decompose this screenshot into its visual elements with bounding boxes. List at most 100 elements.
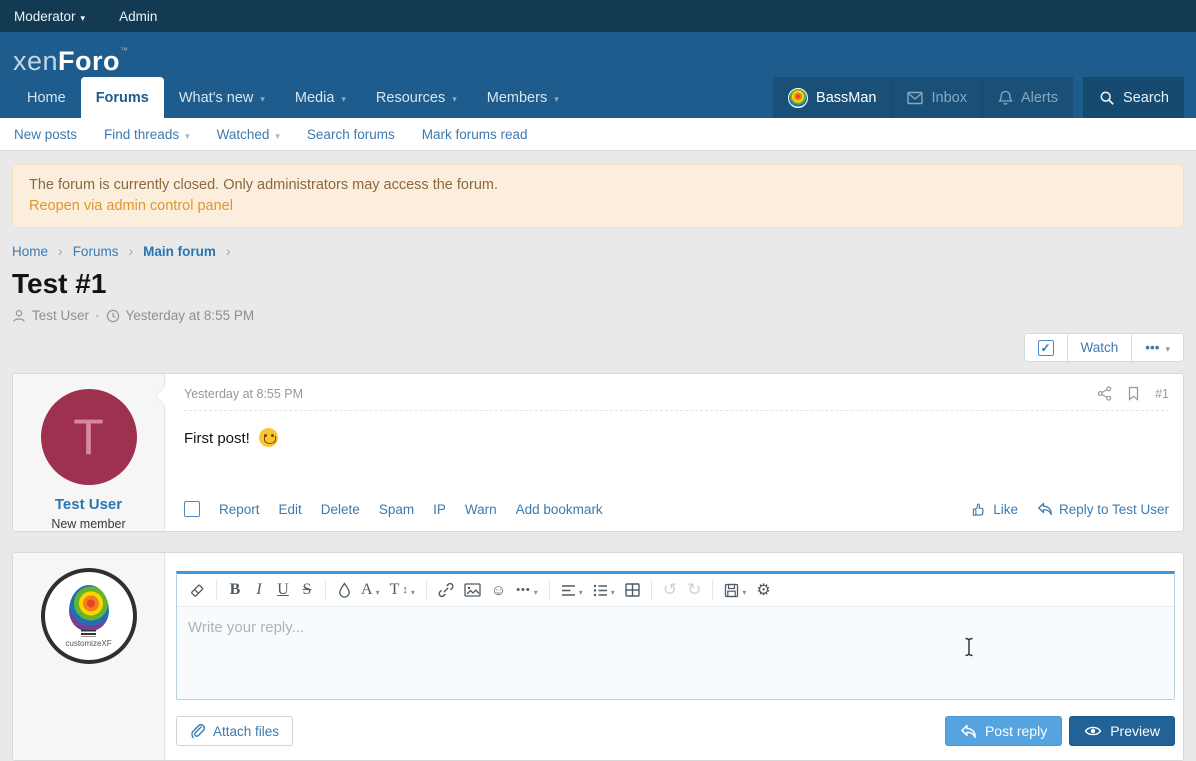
tab-resources[interactable]: Resources (361, 77, 472, 118)
inbox-button[interactable]: Inbox (891, 77, 981, 118)
reopen-admin-link[interactable]: Reopen via admin control panel (29, 196, 233, 217)
post-author-name[interactable]: Test User (55, 496, 122, 513)
like-label: Like (993, 502, 1018, 517)
list-icon (593, 584, 608, 597)
insert-emoji-button[interactable]: ☺ (486, 578, 511, 602)
italic-icon: I (256, 581, 261, 599)
alerts-button[interactable]: Alerts (982, 77, 1073, 118)
text-align-button[interactable] (556, 578, 588, 602)
site-header: xenForo (0, 32, 1196, 77)
text-color-button[interactable] (332, 578, 356, 602)
search-button[interactable]: Search (1083, 77, 1184, 118)
breadcrumb-home[interactable]: Home (12, 244, 48, 259)
moderator-menu[interactable]: Moderator (14, 9, 85, 24)
tab-members[interactable]: Members (472, 77, 574, 118)
warn-link[interactable]: Warn (465, 502, 497, 517)
remove-formatting-button[interactable] (184, 578, 210, 602)
checked-checkbox-icon (1038, 340, 1054, 356)
thumbs-up-icon (972, 502, 987, 517)
subnav-search-forums[interactable]: Search forums (307, 127, 395, 142)
font-size-button[interactable]: T ↕ (385, 578, 420, 602)
chevron-down-icon (81, 9, 86, 24)
report-link[interactable]: Report (219, 502, 260, 517)
like-button[interactable]: Like (972, 502, 1018, 517)
redo-button[interactable]: ↻ (682, 578, 706, 602)
admin-bar: Moderator Admin (0, 0, 1196, 32)
attach-files-button[interactable]: Attach files (176, 716, 293, 746)
more-options-button[interactable]: ••• (1132, 333, 1184, 362)
bookmark-icon[interactable] (1127, 386, 1140, 401)
forum-closed-notice: The forum is currently closed. Only admi… (12, 164, 1184, 228)
delete-link[interactable]: Delete (321, 502, 360, 517)
thread-meta: Test User Yesterday at 8:55 PM (12, 308, 1184, 323)
share-icon[interactable] (1097, 386, 1112, 401)
breadcrumb-separator-icon: › (128, 243, 133, 259)
toolbar-separator (426, 580, 427, 600)
tab-forums-label: Forums (96, 90, 149, 106)
reply-editor-area: B I U S A T ↕ (165, 553, 1183, 760)
thread-author-link[interactable]: Test User (32, 308, 89, 323)
more-formatting-button[interactable]: ••• (511, 578, 543, 602)
nav-user-area: BassMan Inbox Alerts Search (773, 77, 1184, 118)
subnav-find-threads[interactable]: Find threads (104, 127, 190, 142)
edit-link[interactable]: Edit (279, 502, 302, 517)
xenforo-logo[interactable]: xenForo (13, 47, 129, 77)
tab-forums[interactable]: Forums (81, 77, 164, 118)
main-navigation: Home Forums What's new Media Resources M… (0, 77, 1196, 118)
account-menu[interactable]: BassMan (773, 77, 891, 118)
tab-home-label: Home (27, 90, 66, 106)
reply-editor[interactable]: Write your reply... (177, 607, 1174, 699)
reply-author-column: customizeXF (13, 553, 165, 760)
insert-image-button[interactable] (459, 578, 486, 602)
person-icon (12, 309, 26, 323)
italic-button[interactable]: I (247, 578, 271, 602)
page-content: The forum is currently closed. Only admi… (0, 164, 1196, 761)
font-icon: A (361, 581, 373, 599)
chevron-down-icon (534, 582, 538, 599)
logo-xen: xen (13, 46, 58, 76)
post-number-link[interactable]: #1 (1155, 387, 1169, 401)
reply-link[interactable]: Reply to Test User (1037, 502, 1169, 517)
tab-whats-new[interactable]: What's new (164, 77, 280, 118)
font-family-button[interactable]: A (356, 578, 385, 602)
thread-date-link[interactable]: Yesterday at 8:55 PM (126, 308, 255, 323)
select-posts-button[interactable] (1024, 333, 1068, 362)
subnav-mark-forums-read[interactable]: Mark forums read (422, 127, 528, 142)
spam-link[interactable]: Spam (379, 502, 414, 517)
chevron-down-icon (611, 582, 615, 599)
post-reply-button[interactable]: Post reply (945, 716, 1062, 746)
bold-button[interactable]: B (223, 578, 247, 602)
post-date-link[interactable]: Yesterday at 8:55 PM (184, 387, 303, 401)
droplet-icon (338, 582, 351, 598)
avatar[interactable]: T (41, 389, 137, 485)
strikethrough-button[interactable]: S (295, 578, 319, 602)
ip-link[interactable]: IP (433, 502, 446, 517)
text-cursor (963, 637, 975, 657)
breadcrumb-main-forum[interactable]: Main forum (143, 244, 216, 259)
tab-home[interactable]: Home (12, 77, 81, 118)
preview-label: Preview (1110, 723, 1160, 739)
user-avatar (788, 88, 808, 108)
admin-link[interactable]: Admin (119, 9, 157, 24)
subnav-new-posts[interactable]: New posts (14, 127, 77, 142)
subnav-watched[interactable]: Watched (217, 127, 280, 142)
preview-button[interactable]: Preview (1069, 716, 1175, 746)
tab-media[interactable]: Media (280, 77, 361, 118)
add-bookmark-link[interactable]: Add bookmark (516, 502, 603, 517)
list-button[interactable] (588, 578, 620, 602)
gear-icon: ⚙ (756, 580, 770, 600)
breadcrumb-forums[interactable]: Forums (73, 244, 119, 259)
editor-settings-button[interactable]: ⚙ (751, 578, 775, 602)
undo-button[interactable]: ↺ (658, 578, 682, 602)
underline-button[interactable]: U (271, 578, 295, 602)
more-dots-icon: ••• (516, 584, 531, 596)
insert-table-button[interactable] (620, 578, 645, 602)
insert-link-button[interactable] (433, 578, 459, 602)
select-post-checkbox[interactable] (184, 501, 200, 517)
drafts-button[interactable] (719, 578, 751, 602)
lightbulb-base (81, 630, 96, 637)
avatar[interactable]: customizeXF (41, 568, 137, 664)
watch-button[interactable]: Watch (1068, 333, 1133, 362)
chevron-down-icon (185, 127, 190, 142)
watch-button-label: Watch (1081, 340, 1119, 355)
